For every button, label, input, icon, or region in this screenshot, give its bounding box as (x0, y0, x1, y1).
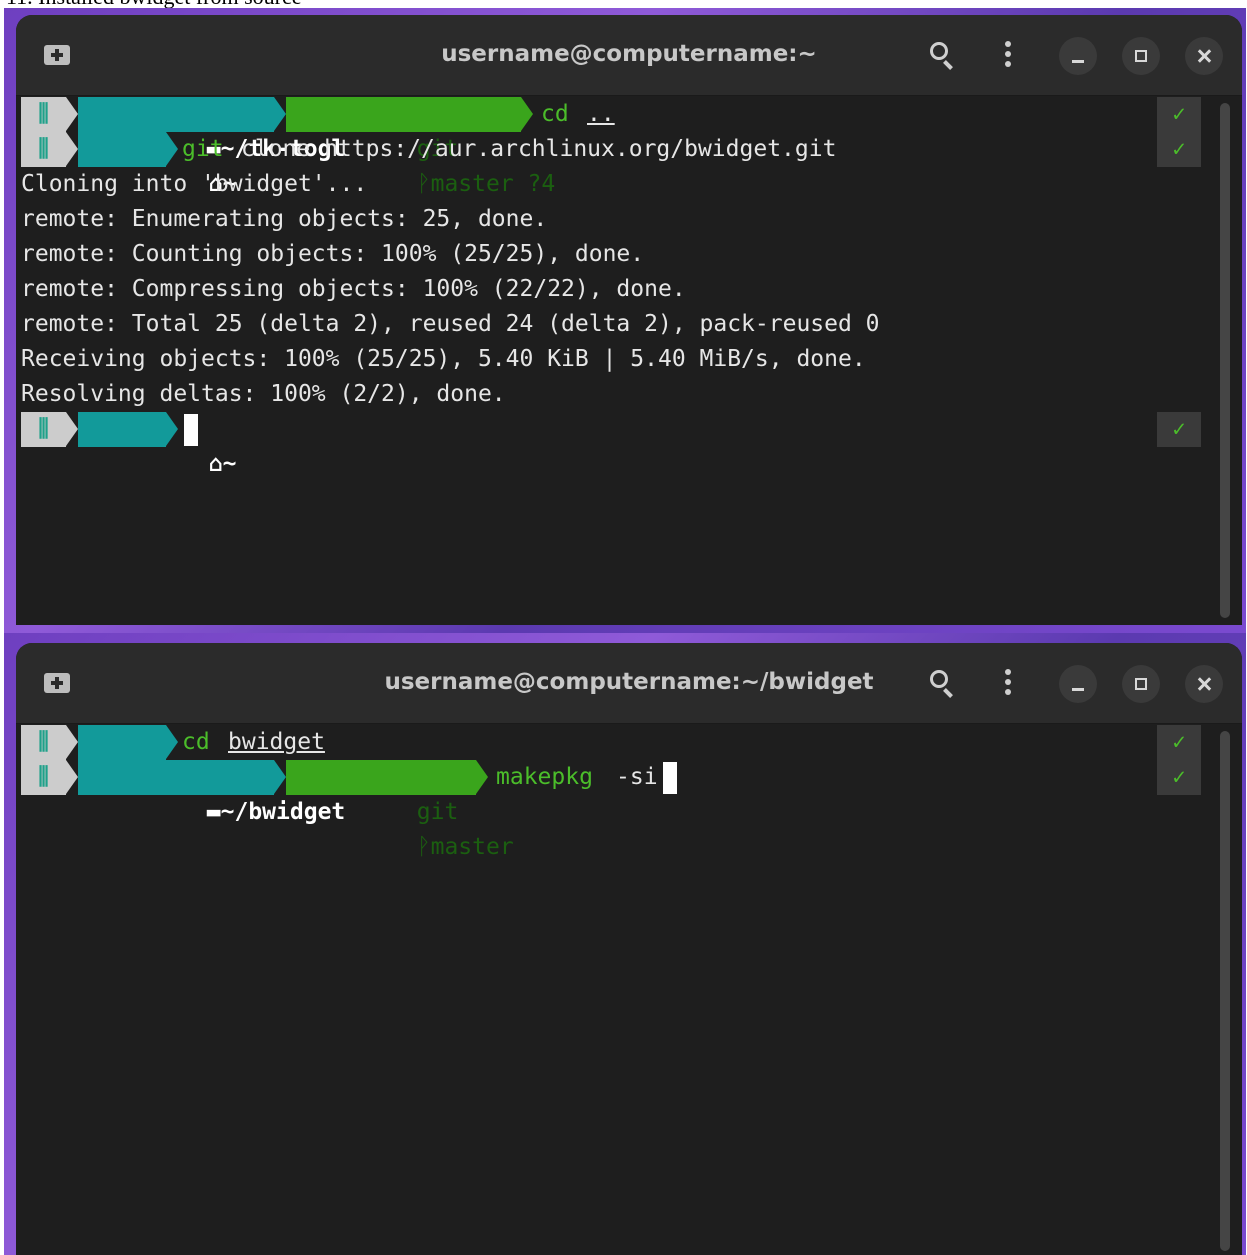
caption: 11. Installed bwidget from source (6, 0, 302, 8)
status-check-icon: ✓ (1157, 412, 1201, 447)
prompt-dir: ~ (222, 451, 237, 477)
titlebar: username@computername:~/bwidget (16, 643, 1242, 724)
prompt-line: ⫼ ⌂~ (21, 412, 321, 477)
search-icon[interactable] (930, 670, 948, 688)
manjaro-icon: ⫼ (21, 412, 66, 447)
status-check-icon: ✓ (1157, 725, 1201, 760)
command: git (182, 136, 224, 162)
manjaro-icon: ⫼ (21, 725, 66, 760)
command: cd (182, 729, 210, 755)
status-check-icon: ✓ (1157, 97, 1201, 132)
output-line: Resolving deltas: 100% (2/2), done. (21, 381, 506, 407)
close-button[interactable] (1185, 37, 1223, 75)
cursor (663, 760, 677, 795)
manjaro-icon: ⫼ (21, 760, 66, 795)
status-check-icon: ✓ (1157, 760, 1201, 795)
terminal-window-2: username@computername:~/bwidget ⫼ ⌂~ cd … (16, 643, 1242, 1255)
new-tab-icon[interactable] (44, 45, 70, 65)
output-line: remote: Total 25 (delta 2), reused 24 (d… (21, 311, 880, 337)
command: makepkg (496, 764, 593, 790)
output-line: remote: Compressing objects: 100% (22/22… (21, 276, 686, 302)
terminal-body[interactable]: ⫼ ▬~/tk-togl git ᚹmaster ?4 cd .. ⫼ ⌂~ g… (16, 97, 1242, 625)
output-line: Receiving objects: 100% (25/25), 5.40 Ki… (21, 346, 866, 372)
git-branch: master ?4 (430, 171, 556, 197)
titlebar: username@computername:~ (16, 15, 1242, 96)
prompt-line: ⫼ ▬~/bwidget git ᚹmaster makepkg -si (21, 760, 1121, 860)
prompt-line: ⫼ ⌂~ cd bwidget (21, 725, 1121, 790)
command: cd (541, 101, 569, 127)
search-icon[interactable] (930, 42, 948, 60)
command-arg: -si (616, 764, 658, 790)
menu-icon[interactable] (1005, 669, 1011, 699)
new-tab-icon[interactable] (44, 673, 70, 693)
terminal-window-1: username@computername:~ ⫼ ▬~/tk-togl git… (16, 15, 1242, 625)
prompt-line: ⫼ ▬~/tk-togl git ᚹmaster ?4 cd .. (21, 97, 1121, 197)
minimize-button[interactable] (1059, 37, 1097, 75)
prompt-line: ⫼ ⌂~ git clone https://aur.archlinux.org… (21, 132, 1121, 197)
scrollbar[interactable] (1220, 103, 1230, 618)
command-arg: clone https://aur.archlinux.org/bwidget.… (241, 136, 837, 162)
command-arg: bwidget (228, 729, 325, 755)
branch-icon: ᚹ (416, 834, 431, 860)
scrollbar[interactable] (1220, 731, 1230, 1251)
folder-icon: ▬ (206, 799, 221, 825)
manjaro-icon: ⫼ (21, 132, 66, 167)
terminal-body[interactable]: ⫼ ⌂~ cd bwidget ⫼ ▬~/bwidget git ᚹmaster… (16, 725, 1242, 1255)
output-line: remote: Counting objects: 100% (25/25), … (21, 241, 645, 267)
menu-icon[interactable] (1005, 41, 1011, 71)
git-branch: master (430, 834, 514, 860)
home-icon: ⌂ (208, 451, 223, 477)
output-line: remote: Enumerating objects: 25, done. (21, 206, 548, 232)
minimize-button[interactable] (1059, 665, 1097, 703)
git-label: git (416, 799, 459, 825)
manjaro-icon: ⫼ (21, 97, 66, 132)
branch-icon: ᚹ (416, 171, 431, 197)
cursor (184, 412, 198, 447)
output-line: Cloning into 'bwidget'... (21, 171, 368, 197)
command-arg: .. (587, 101, 615, 127)
maximize-button[interactable] (1122, 37, 1160, 75)
close-button[interactable] (1185, 665, 1223, 703)
status-check-icon: ✓ (1157, 132, 1201, 167)
maximize-button[interactable] (1122, 665, 1160, 703)
